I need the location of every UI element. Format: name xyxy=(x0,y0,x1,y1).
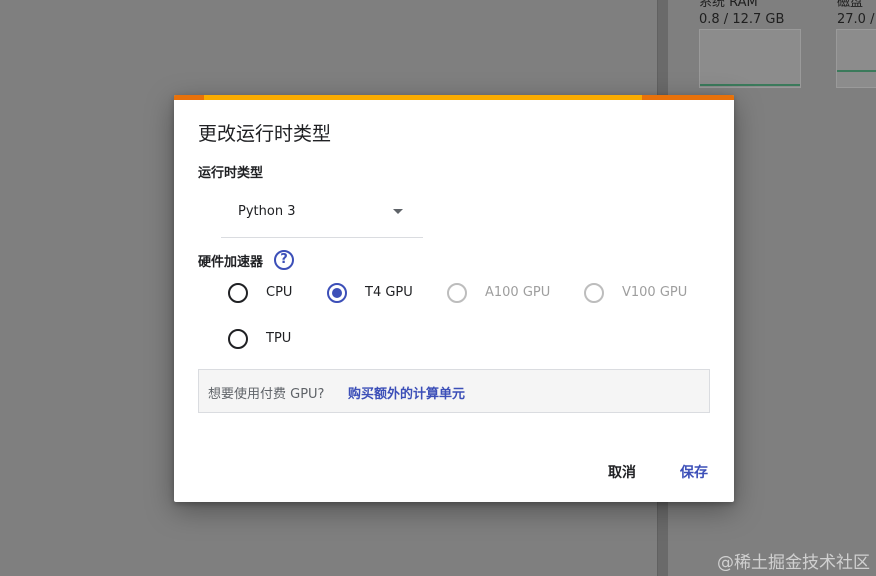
disk-usage-graph xyxy=(836,29,876,88)
buy-compute-units-link[interactable]: 购买额外的计算单元 xyxy=(348,383,465,402)
ram-value: 0.8 / 12.7 GB xyxy=(699,12,785,27)
watermark: @稀土掘金技术社区 xyxy=(717,553,870,573)
radio-button-a100-gpu xyxy=(447,283,467,303)
radio-option-v100-gpu: V100 GPU xyxy=(584,281,704,305)
radio-option-a100-gpu: A100 GPU xyxy=(447,281,567,305)
dialog-title: 更改运行时类型 xyxy=(198,123,332,145)
hardware-accelerator-label: 硬件加速器 xyxy=(198,255,264,270)
radio-option-tpu[interactable]: TPU xyxy=(228,327,338,351)
radio-button-t4-gpu[interactable] xyxy=(327,283,347,303)
ram-label: 系统 RAM xyxy=(699,0,758,10)
dropdown-arrow-icon xyxy=(393,209,403,214)
radio-option-t4-gpu[interactable]: T4 GPU xyxy=(327,281,437,305)
save-button[interactable]: 保存 xyxy=(680,458,708,486)
help-icon[interactable]: ? xyxy=(274,250,294,270)
runtime-type-label: 运行时类型 xyxy=(198,166,264,181)
radio-label-cpu: CPU xyxy=(266,285,293,300)
promo-question: 想要使用付费 GPU? xyxy=(208,387,325,402)
cancel-button[interactable]: 取消 xyxy=(608,458,636,486)
ram-usage-graph xyxy=(699,29,801,88)
disk-value: 27.0 / xyxy=(837,12,875,27)
disk-label: 磁盘 xyxy=(837,0,864,10)
ram-usage: 系统 RAM 0.8 / 12.7 GB xyxy=(699,0,784,28)
change-runtime-type-dialog: 更改运行时类型 运行时类型 Python 3 硬件加速器 ? CPU T4 GP… xyxy=(174,95,734,502)
ram-usage-line xyxy=(700,84,800,86)
radio-label-a100-gpu: A100 GPU xyxy=(485,285,551,300)
radio-button-cpu[interactable] xyxy=(228,283,248,303)
radio-label-tpu: TPU xyxy=(266,331,292,346)
disk-usage-line xyxy=(837,70,876,72)
runtime-type-value: Python 3 xyxy=(238,204,296,219)
dialog-accent-strip-left xyxy=(174,95,204,100)
radio-label-v100-gpu: V100 GPU xyxy=(622,285,688,300)
runtime-type-select[interactable]: Python 3 xyxy=(221,194,423,238)
disk-usage: 磁盘 27.0 / xyxy=(837,0,874,28)
radio-label-t4-gpu: T4 GPU xyxy=(365,285,413,300)
radio-button-v100-gpu xyxy=(584,283,604,303)
radio-option-cpu[interactable]: CPU xyxy=(228,281,338,305)
dialog-accent-strip-right xyxy=(642,95,734,100)
radio-button-tpu[interactable] xyxy=(228,329,248,349)
paid-gpu-promo: 想要使用付费 GPU? 购买额外的计算单元 xyxy=(198,369,710,413)
